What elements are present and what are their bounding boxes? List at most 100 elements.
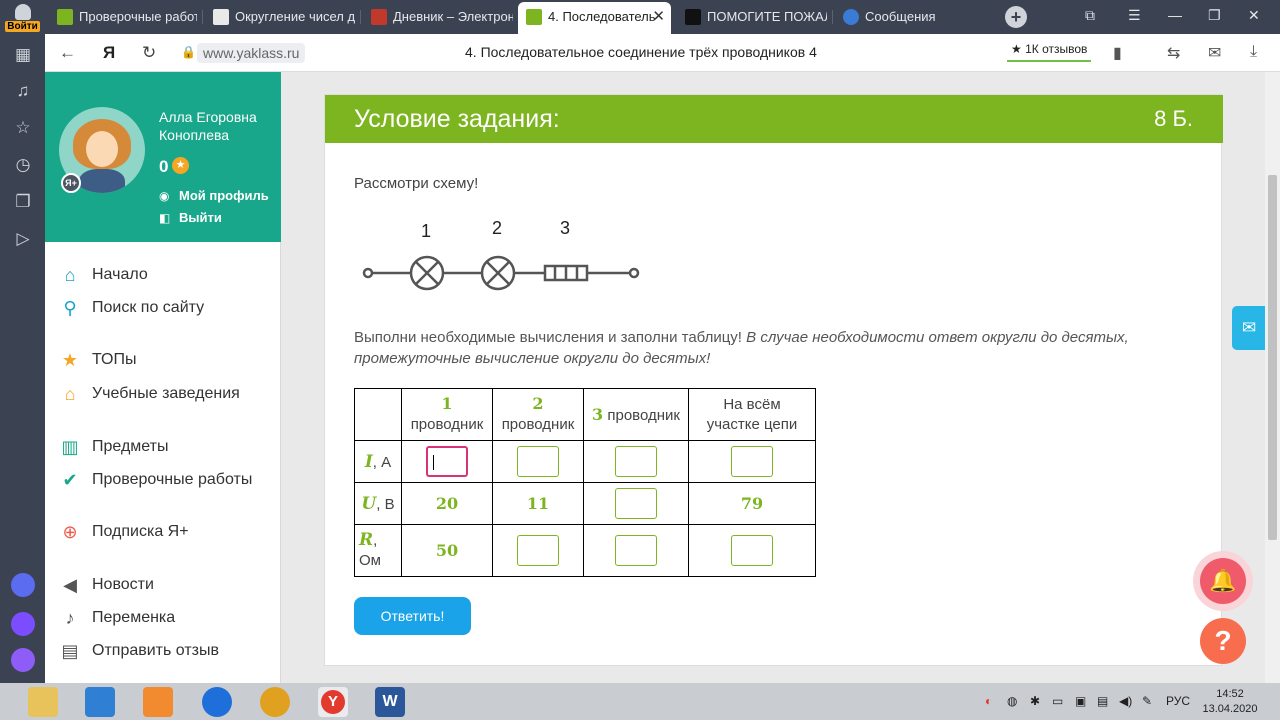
menu-subscription[interactable]: ⊕ Подписка Я+ <box>59 520 188 544</box>
menu-tops[interactable]: ★ ТОПы <box>59 348 137 372</box>
play-icon[interactable]: ▷ <box>12 228 34 250</box>
tray-opera-icon[interactable]: ◐ <box>985 694 992 708</box>
tab-bar: Проверочные работ Округление чисел д Дне… <box>45 0 1280 34</box>
alice-voice-icon[interactable] <box>11 648 35 672</box>
collections-icon[interactable]: ❐ <box>12 191 34 213</box>
tray-volume-icon[interactable]: ◀) <box>1119 694 1132 708</box>
chrome-icon[interactable] <box>260 687 290 717</box>
music-app-icon[interactable] <box>11 612 35 636</box>
voltage-2-value: 11 <box>526 494 550 513</box>
teamviewer-icon[interactable] <box>202 687 232 717</box>
feedback-mail-button[interactable]: ✉ <box>1232 306 1266 350</box>
tray-app-icon[interactable]: ◍ <box>1007 694 1017 708</box>
tray-network-icon[interactable]: ▤ <box>1097 694 1108 708</box>
messages-favicon-icon <box>843 9 859 25</box>
tab-messages[interactable]: Сообщения <box>835 4 985 30</box>
share-icon[interactable]: ⇆ <box>1167 43 1180 63</box>
menu-schools[interactable]: ⌂ Учебные заведения <box>59 382 240 406</box>
home-icon: ⌂ <box>64 265 76 285</box>
media-app-icon[interactable] <box>143 687 173 717</box>
star-icon: ★ <box>172 157 189 174</box>
row-resistance-label: R, Ом <box>354 524 402 577</box>
url-field[interactable]: www.yaklass.ru <box>197 43 306 63</box>
profile-panel: Я+ Алла Егоровна Коноплева 0 ★ ◉ Мой проф… <box>45 72 281 242</box>
menu-subjects[interactable]: ▥ Предметы <box>59 435 168 459</box>
tray-display-icon[interactable]: ▭ <box>1052 694 1063 708</box>
new-tab-button[interactable]: + <box>1005 6 1027 28</box>
logout-icon: ◧ <box>159 211 171 225</box>
profile-icon: ◉ <box>159 189 170 203</box>
header-whole-circuit: На всём участке цепи <box>688 388 816 441</box>
mail-icon[interactable]: ✉ <box>1208 43 1221 63</box>
tab-tests[interactable]: Проверочные работ <box>49 4 197 30</box>
menu-tests[interactable]: ✔ Проверочные работы <box>59 468 252 492</box>
header-conductor-3: 3 проводник <box>583 388 689 441</box>
reload-icon[interactable]: ↻ <box>142 43 156 63</box>
menu-news[interactable]: ◀ Новости <box>59 573 154 597</box>
windows-taskbar: Y W ◐ ◍ ✱ ▭ ▣ ▤ ◀) ✎ РУС 14:52 13.04.202… <box>0 683 1280 720</box>
tray-security-icon[interactable]: ▣ <box>1075 694 1086 708</box>
bell-icon[interactable]: ♫ <box>12 80 34 102</box>
close-tab-icon[interactable]: ✕ <box>652 2 665 32</box>
minimize-icon[interactable]: — <box>1168 7 1182 23</box>
tab-help[interactable]: ПОМОГИТЕ ПОЖАЛ <box>677 4 827 30</box>
circuit-diagram: 1 2 3 <box>362 218 640 291</box>
apps-grid-icon[interactable]: ▦ <box>12 44 34 66</box>
yaklass-favicon-icon <box>57 9 73 25</box>
megaphone-icon: ◀ <box>63 575 77 595</box>
scrollbar-thumb[interactable] <box>1268 175 1277 540</box>
menu-home[interactable]: ⌂ Начало <box>59 263 148 287</box>
clock[interactable]: 14:52 13.04.2020 <box>1198 687 1262 717</box>
language-indicator[interactable]: РУС <box>1166 694 1190 708</box>
resistance-total-input[interactable] <box>731 535 773 566</box>
tray-pen-icon[interactable]: ✎ <box>1142 694 1152 708</box>
tray-bluetooth-icon[interactable]: ✱ <box>1030 694 1040 708</box>
bookmark-icon[interactable]: ▮ <box>1113 43 1122 63</box>
notifications-bell-button[interactable]: 🔔 <box>1200 558 1246 604</box>
menu-feedback[interactable]: ▤ Отправить отзыв <box>59 639 219 663</box>
circuit-label-1: 1 <box>421 221 431 241</box>
menu-icon[interactable]: ☰ <box>1128 7 1141 24</box>
voltage-3-input[interactable] <box>615 488 657 519</box>
submit-answer-button[interactable]: Ответить! <box>354 597 471 635</box>
reviews-button[interactable]: ★ 1К отзывов <box>1007 40 1092 62</box>
tab-rounding[interactable]: Округление чисел д <box>205 4 355 30</box>
file-explorer-icon[interactable] <box>28 687 58 717</box>
menu-break[interactable]: ♪ Переменка <box>59 606 176 630</box>
star-icon[interactable]: ☆ <box>12 117 34 139</box>
history-icon[interactable]: ◷ <box>12 154 34 176</box>
resistance-2-input[interactable] <box>517 535 559 566</box>
restore-icon[interactable]: ❐ <box>1208 7 1221 24</box>
tabs-overview-icon[interactable]: ⧉ <box>1085 7 1095 24</box>
corner-cell <box>354 388 402 441</box>
page-scrollbar[interactable] <box>1265 72 1280 683</box>
yandex-side-panel: Войти ▦ ♫ ☆ ◷ ❐ ▷ <box>0 0 45 683</box>
tab-diary[interactable]: Дневник – Электрон <box>363 4 513 30</box>
book-icon: ▥ <box>61 437 79 457</box>
tab-active-task[interactable]: 4. Последователь ✕ <box>518 2 671 34</box>
my-profile-link[interactable]: ◉ Мой профиль <box>159 188 269 203</box>
task-card: Условие задания: 8 Б. Рассмотри схему! 1… <box>324 94 1223 666</box>
current-1-input[interactable] <box>426 446 468 477</box>
logout-link[interactable]: ◧ Выйти <box>159 210 222 225</box>
word-icon[interactable]: W <box>375 687 405 717</box>
downloads-icon[interactable]: ⤓ <box>1250 43 1257 61</box>
current-total-input[interactable] <box>731 446 773 477</box>
alice-icon[interactable] <box>11 573 35 597</box>
yandex-browser-icon[interactable]: Y <box>318 687 348 717</box>
current-3-input[interactable] <box>615 446 657 477</box>
resistance-3-input[interactable] <box>615 535 657 566</box>
help-button[interactable]: ? <box>1200 618 1246 664</box>
menu-search[interactable]: ⚲ Поиск по сайту <box>59 296 204 320</box>
current-2-input[interactable] <box>517 446 559 477</box>
login-button[interactable]: Войти <box>4 2 41 36</box>
yandex-logo-icon[interactable]: Я <box>103 43 115 63</box>
close-window-icon[interactable]: ✕ <box>1248 7 1260 24</box>
address-bar: ← Я ↻ 🔒 www.yaklass.ru 4. Последовательн… <box>45 34 1280 72</box>
header-conductor-2: 2 проводник <box>492 388 584 441</box>
yaklass-favicon-icon <box>526 9 542 25</box>
back-icon[interactable]: ← <box>59 43 76 63</box>
resistance-1-value: 50 <box>435 541 459 560</box>
task-header: Условие задания: 8 Б. <box>325 95 1223 143</box>
mail-app-icon[interactable] <box>85 687 115 717</box>
